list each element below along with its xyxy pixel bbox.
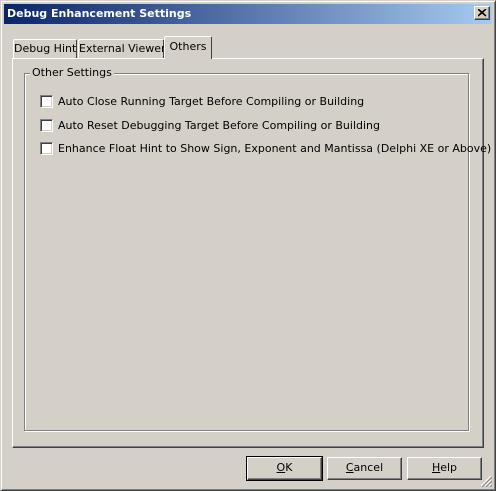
tab-label: Others <box>169 40 207 53</box>
ok-label-rest: K <box>285 461 293 474</box>
close-button[interactable] <box>474 6 490 20</box>
tab-external-viewer[interactable]: External Viewer <box>78 39 166 59</box>
other-settings-group: Other Settings Auto Close Running Target… <box>24 66 491 431</box>
cancel-button[interactable]: Cancel <box>327 457 402 480</box>
tab-others[interactable]: Others <box>164 36 212 59</box>
close-icon <box>478 9 487 17</box>
resize-grip-icon[interactable] <box>480 475 492 487</box>
help-label-rest: elp <box>440 461 458 474</box>
tab-panel-others: Other Settings Auto Close Running Target… <box>12 58 491 448</box>
cancel-label-rest: ancel <box>353 461 384 474</box>
help-button[interactable]: Help <box>407 457 482 480</box>
enhance-float-hint-checkbox[interactable] <box>40 142 53 155</box>
ok-mnemonic: O <box>276 461 286 474</box>
group-legend: Other Settings <box>30 66 114 79</box>
cancel-mnemonic: C <box>345 461 354 474</box>
help-mnemonic: H <box>431 461 441 474</box>
ok-button[interactable]: OK <box>246 456 323 481</box>
tab-label: Debug Hint <box>14 42 77 55</box>
tab-label: External Viewer <box>79 42 166 55</box>
title-bar[interactable]: Debug Enhancement Settings <box>4 4 492 24</box>
window-title: Debug Enhancement Settings <box>7 7 192 20</box>
auto-close-target-label[interactable]: Auto Close Running Target Before Compili… <box>58 95 364 108</box>
tab-debug-hint[interactable]: Debug Hint <box>13 39 77 59</box>
enhance-float-hint-label[interactable]: Enhance Float Hint to Show Sign, Exponen… <box>58 142 491 155</box>
auto-reset-target-label[interactable]: Auto Reset Debugging Target Before Compi… <box>58 119 380 132</box>
auto-close-target-checkbox[interactable] <box>40 95 53 108</box>
dialog-window: Debug Enhancement Settings Debug Hint Ex… <box>0 0 496 491</box>
auto-reset-target-checkbox[interactable] <box>40 119 53 132</box>
